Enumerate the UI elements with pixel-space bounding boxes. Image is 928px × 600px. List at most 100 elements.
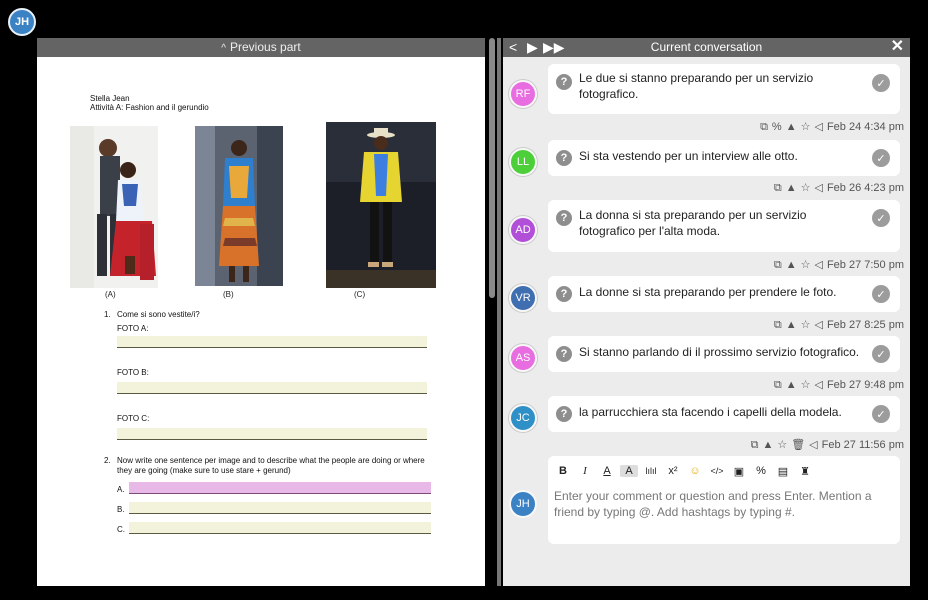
photo-c <box>326 122 436 288</box>
star-icon[interactable]: ☆ <box>801 121 811 133</box>
megaphone-icon[interactable]: ◁ <box>814 379 822 391</box>
close-icon[interactable]: ✕ <box>891 38 904 56</box>
warning-icon[interactable]: ▲ <box>786 121 797 133</box>
megaphone-icon[interactable]: ◁ <box>814 259 822 271</box>
check-icon[interactable]: ✓ <box>872 285 890 303</box>
answer-line-foto-a[interactable] <box>117 336 427 348</box>
label-foto-c: FOTO C: <box>117 414 150 423</box>
avatar[interactable]: RF <box>509 80 537 108</box>
link-icon[interactable]: % <box>772 121 782 133</box>
answer-line-a[interactable] <box>129 482 431 494</box>
comment-input[interactable]: Enter your comment or question and press… <box>554 488 894 520</box>
answer-line-c[interactable] <box>129 522 431 534</box>
question-icon: ? <box>556 210 572 226</box>
warning-icon[interactable]: ▲ <box>786 319 797 331</box>
warning-icon[interactable]: ▲ <box>786 182 797 194</box>
pane-divider[interactable] <box>497 38 501 586</box>
check-icon[interactable]: ✓ <box>872 345 890 363</box>
message-text: La donna si sta preparando per un serviz… <box>579 208 807 238</box>
translate-icon[interactable]: ⧉ <box>774 182 782 194</box>
message-date: Feb 27 9:48 pm <box>826 379 904 391</box>
comment-editor[interactable]: B I A A lılıl x² ☺ </> ▣ % ▤ ♜ Enter you… <box>548 456 900 544</box>
photo-a <box>70 126 158 288</box>
star-icon[interactable]: ☆ <box>801 379 811 391</box>
table-icon[interactable]: ▤ <box>774 465 792 478</box>
avatar[interactable]: LL <box>509 148 537 176</box>
bold-icon[interactable]: B <box>554 465 572 477</box>
photo-b <box>195 126 283 286</box>
message-meta: ⧉ ▲ ☆ ◁ Feb 27 8:25 pm <box>770 318 904 332</box>
check-icon[interactable]: ✓ <box>872 149 890 167</box>
highlight-icon[interactable]: A <box>620 465 638 477</box>
message-date: Feb 27 8:25 pm <box>826 319 904 331</box>
message-meta: ⧉ ▲ ☆ ◁ Feb 27 9:48 pm <box>770 378 904 392</box>
link-icon[interactable]: % <box>752 465 770 477</box>
label-a: A. <box>117 485 125 494</box>
question-1-text: Come si sono vestite/i? <box>117 310 200 319</box>
answer-line-b[interactable] <box>129 502 431 514</box>
message-date: Feb 26 4:23 pm <box>826 182 904 194</box>
code-icon[interactable]: </> <box>708 466 726 476</box>
avatar[interactable]: JH <box>8 8 36 36</box>
megaphone-icon[interactable]: ◁ <box>814 319 822 331</box>
message-date: Feb 24 4:34 pm <box>826 121 904 133</box>
document-pane: ^ Previous part Stella Jean Attività A: F… <box>37 38 485 586</box>
avatar[interactable]: AD <box>509 216 537 244</box>
message-bubble: ? Si sta vestendo per un interview alle … <box>548 140 900 176</box>
chevron-up-icon: ^ <box>221 43 226 54</box>
translate-icon[interactable]: ⧉ <box>751 439 759 451</box>
activity-title: Attività A: Fashion and il gerundio <box>90 103 209 112</box>
document-scrollbar[interactable] <box>489 38 495 298</box>
caption-a: (A) <box>105 290 116 299</box>
image-icon[interactable]: ▣ <box>730 465 748 478</box>
conversation-pane: < ▶ ▶▶ Current conversation ✕ RF ? Le du… <box>503 38 910 586</box>
label-foto-a: FOTO A: <box>117 324 149 333</box>
caption-c: (C) <box>354 290 366 299</box>
star-icon[interactable]: ☆ <box>801 182 811 194</box>
translate-icon[interactable]: ⧉ <box>760 121 768 133</box>
chess-icon[interactable]: ♜ <box>796 465 814 478</box>
message-bubble: ? la parrucchiera sta facendo i capelli … <box>548 396 900 432</box>
trash-icon[interactable]: 🗑 <box>791 439 805 451</box>
chart-icon[interactable]: lılıl <box>642 466 660 476</box>
star-icon[interactable]: ☆ <box>777 439 787 451</box>
previous-part-bar[interactable]: ^ Previous part <box>37 38 485 57</box>
question-1-number: 1. <box>104 310 111 319</box>
message-meta: ⧉% ▲ ☆ ◁ Feb 24 4:34 pm <box>756 120 904 134</box>
message-date: Feb 27 7:50 pm <box>826 259 904 271</box>
avatar[interactable]: VR <box>509 284 537 312</box>
star-icon[interactable]: ☆ <box>801 319 811 331</box>
question-icon: ? <box>556 74 572 90</box>
check-icon[interactable]: ✓ <box>872 74 890 92</box>
avatar[interactable]: AS <box>509 344 537 372</box>
warning-icon[interactable]: ▲ <box>786 379 797 391</box>
question-icon: ? <box>556 150 572 166</box>
label-foto-b: FOTO B: <box>117 368 149 377</box>
warning-icon[interactable]: ▲ <box>786 259 797 271</box>
answer-line-foto-b[interactable] <box>117 382 427 394</box>
caption-b: (B) <box>223 290 234 299</box>
warning-icon[interactable]: ▲ <box>762 439 773 451</box>
check-icon[interactable]: ✓ <box>872 405 890 423</box>
star-icon[interactable]: ☆ <box>801 259 811 271</box>
question-2-text: Now write one sentence per image and to … <box>117 456 425 475</box>
megaphone-icon[interactable]: ◁ <box>809 439 817 451</box>
translate-icon[interactable]: ⧉ <box>774 319 782 331</box>
translate-icon[interactable]: ⧉ <box>774 379 782 391</box>
message-bubble: ? La donne si sta preparando per prender… <box>548 276 900 312</box>
megaphone-icon[interactable]: ◁ <box>814 121 822 133</box>
italic-icon[interactable]: I <box>576 465 594 477</box>
answer-line-foto-c[interactable] <box>117 428 427 440</box>
question-icon: ? <box>556 346 572 362</box>
label-b: B. <box>117 505 125 514</box>
superscript-icon[interactable]: x² <box>664 465 682 477</box>
text-color-icon[interactable]: A <box>598 465 616 477</box>
previous-part-label: Previous part <box>230 40 301 54</box>
emoji-icon[interactable]: ☺ <box>686 465 704 477</box>
editor-toolbar: B I A A lılıl x² ☺ </> ▣ % ▤ ♜ <box>554 462 818 480</box>
translate-icon[interactable]: ⧉ <box>774 259 782 271</box>
avatar[interactable]: JH <box>509 490 537 518</box>
megaphone-icon[interactable]: ◁ <box>814 182 822 194</box>
avatar[interactable]: JC <box>509 404 537 432</box>
check-icon[interactable]: ✓ <box>872 209 890 227</box>
